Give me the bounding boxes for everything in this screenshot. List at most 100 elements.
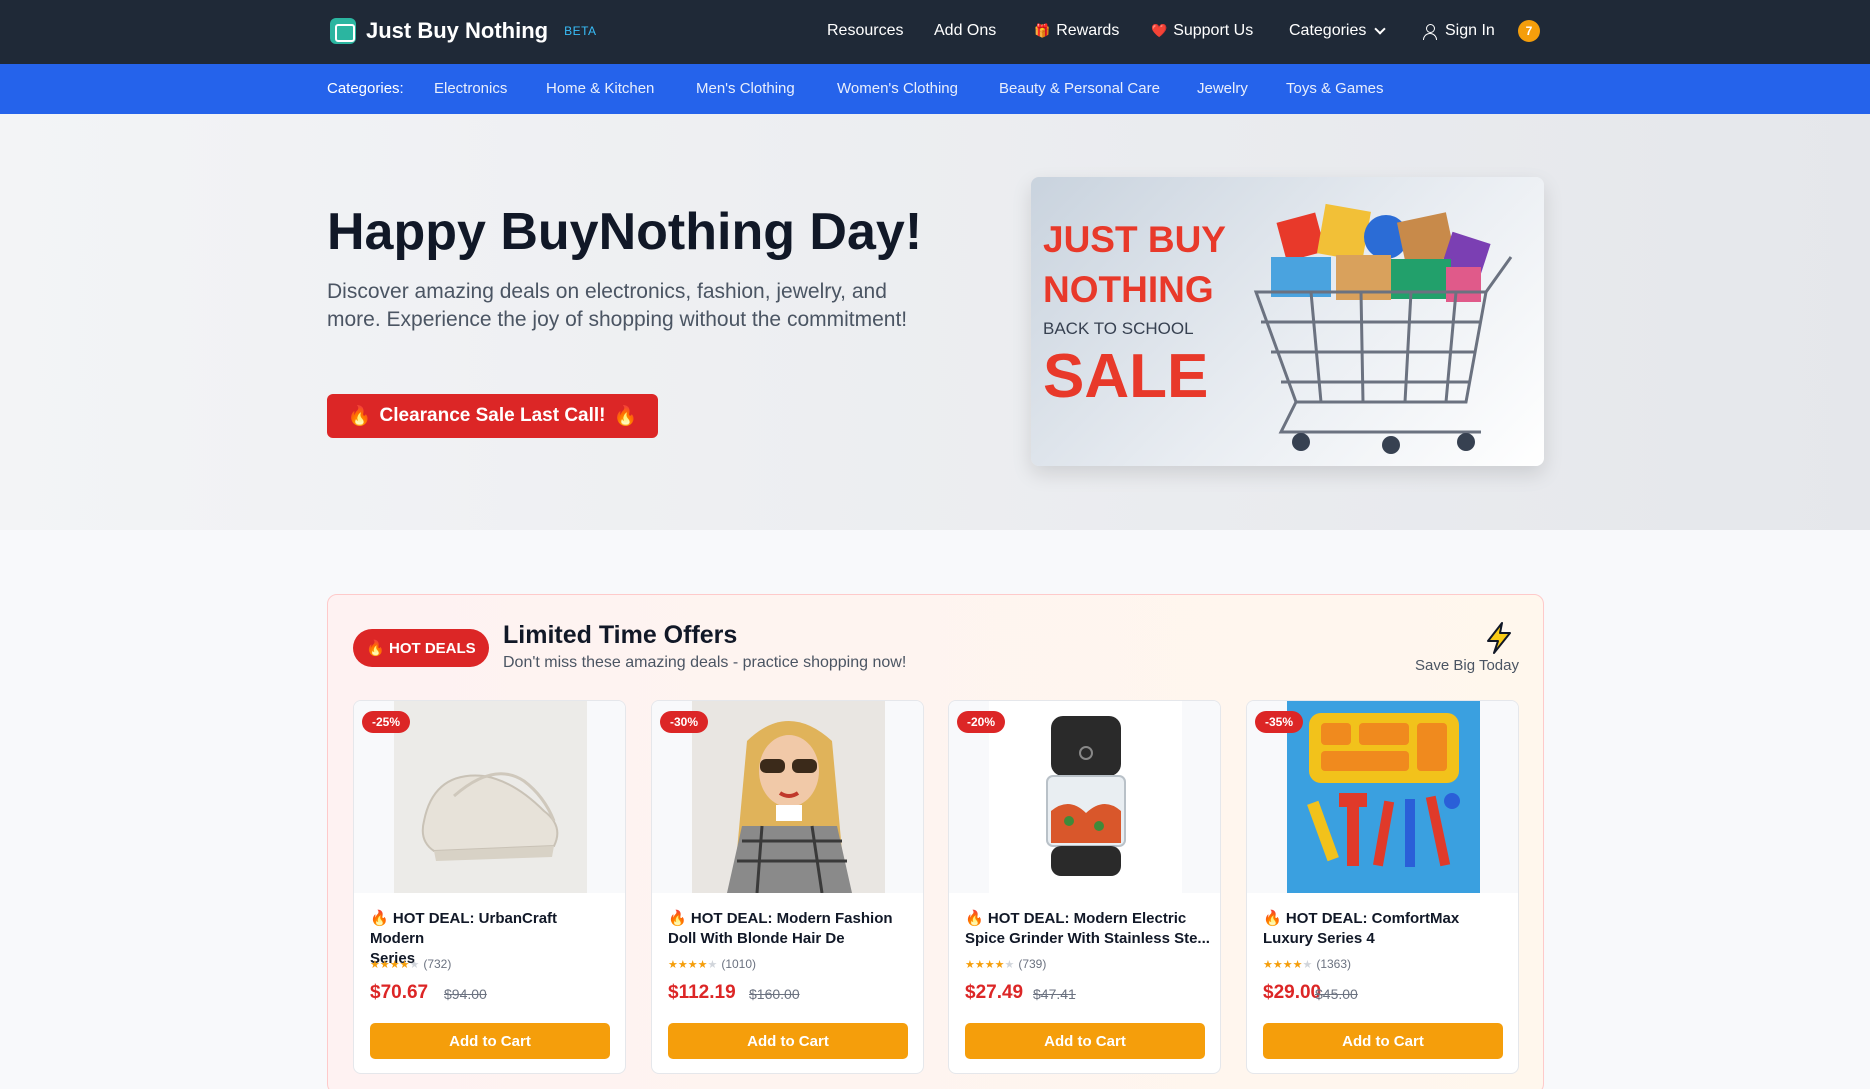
promo-line-4: SALE xyxy=(1043,342,1209,411)
nav-add-ons[interactable]: Add Ons xyxy=(934,22,996,40)
nav-resources-label: Resources xyxy=(827,22,904,39)
add-to-cart-button[interactable]: Add to Cart xyxy=(1263,1023,1503,1059)
category-beauty[interactable]: Beauty & Personal Care xyxy=(999,80,1160,97)
top-navbar: Just Buy Nothing BETA Resources Add Ons … xyxy=(0,0,1870,64)
nav-support[interactable]: ❤️ Support Us xyxy=(1151,22,1253,40)
nav-rewards[interactable]: 🎁 Rewards xyxy=(1034,22,1119,40)
stars-icon: ★★★★★ xyxy=(668,958,718,971)
sign-in-link[interactable]: Sign In xyxy=(1423,22,1495,40)
promo-line-3: BACK TO SCHOOL xyxy=(1043,319,1194,338)
toy-tools-image xyxy=(1287,701,1480,893)
product-title[interactable]: 🔥 HOT DEAL: Modern Electric Spice Grinde… xyxy=(965,909,1210,949)
discount-badge: -35% xyxy=(1255,711,1304,733)
gift-icon: 🎁 xyxy=(1034,23,1051,38)
sign-in-label: Sign In xyxy=(1445,22,1495,39)
add-to-cart-button[interactable]: Add to Cart xyxy=(668,1023,908,1059)
grinder-image xyxy=(989,701,1182,893)
fire-icon: 🔥 xyxy=(965,910,984,927)
rating-count: (1363) xyxy=(1316,957,1352,971)
nav-categories-dropdown[interactable]: Categories xyxy=(1289,22,1387,40)
nav-resources[interactable]: Resources xyxy=(827,22,903,40)
hero-subtitle: Discover amazing deals on electronics, f… xyxy=(327,280,908,331)
product-image[interactable]: -20% xyxy=(949,701,1220,893)
product-card[interactable]: -20% 🔥 HOT DEAL: Modern Electric Spice G… xyxy=(948,700,1221,1074)
product-rating: ★★★★★ (1010) xyxy=(668,957,756,971)
stars-icon: ★★★★★ xyxy=(965,958,1015,971)
rating-count: (1010) xyxy=(721,957,757,971)
clearance-sale-label: Clearance Sale Last Call! xyxy=(379,405,606,426)
product-title-line1: HOT DEAL: Modern Fashion xyxy=(690,910,893,927)
product-old-price: $94.00 xyxy=(444,986,487,1002)
product-rating: ★★★★★ (739) xyxy=(965,957,1046,971)
product-image[interactable]: -30% xyxy=(652,701,923,893)
stars-icon: ★★★★★ xyxy=(1263,958,1313,971)
hero-title: Happy BuyNothing Day! xyxy=(327,203,923,261)
shopping-cart-illustration xyxy=(1253,203,1513,454)
lightning-bolt-icon xyxy=(1487,622,1511,654)
clearance-sale-button[interactable]: 🔥 Clearance Sale Last Call! 🔥 xyxy=(327,394,658,438)
doll-image xyxy=(692,701,885,893)
discount-badge: -20% xyxy=(957,711,1006,733)
fire-icon: 🔥 xyxy=(1263,910,1282,927)
product-title-line2: Doll With Blonde Hair De xyxy=(668,930,845,947)
product-rating: ★★★★★ (732) xyxy=(370,957,451,971)
hot-deals-pill-label: HOT DEALS xyxy=(389,639,476,657)
add-to-cart-button[interactable]: Add to Cart xyxy=(965,1023,1205,1059)
user-icon xyxy=(1423,24,1437,40)
hot-deals-pill: 🔥 HOT DEALS xyxy=(353,629,489,667)
product-price: $27.49 xyxy=(965,982,1024,1003)
hot-deals-section: 🔥 HOT DEALS Limited Time Offers Don't mi… xyxy=(327,594,1544,1089)
fire-icon: 🔥 xyxy=(613,406,638,427)
promo-line-1: JUST BUY xyxy=(1043,219,1226,260)
product-title-line1: HOT DEAL: Modern Electric xyxy=(987,910,1187,927)
sneaker-image xyxy=(394,701,587,893)
product-title-line2: Luxury Series 4 xyxy=(1263,930,1375,947)
product-card[interactable]: -25% 🔥 HOT DEAL: UrbanCraft Modern Serie… xyxy=(353,700,626,1074)
product-title[interactable]: 🔥 HOT DEAL: Modern Fashion Doll With Blo… xyxy=(668,909,913,949)
category-bar-label: Categories: xyxy=(327,80,404,97)
save-big-label: Save Big Today xyxy=(1415,657,1519,674)
heart-icon: ❤️ xyxy=(1151,23,1168,38)
fire-icon: 🔥 xyxy=(347,406,372,427)
category-electronics[interactable]: Electronics xyxy=(434,80,507,97)
beta-badge: BETA xyxy=(564,24,597,38)
category-jewelry[interactable]: Jewelry xyxy=(1197,80,1248,97)
brand-link[interactable]: Just Buy Nothing BETA xyxy=(330,18,597,44)
add-to-cart-button[interactable]: Add to Cart xyxy=(370,1023,610,1059)
product-image[interactable]: -25% xyxy=(354,701,625,893)
logo-icon xyxy=(330,18,356,44)
promo-banner-image[interactable]: JUST BUY NOTHING BACK TO SCHOOL SALE xyxy=(1031,177,1544,466)
product-title-line1: HOT DEAL: ComfortMax xyxy=(1285,910,1460,927)
rating-count: (739) xyxy=(1018,957,1047,971)
product-title-line1: HOT DEAL: UrbanCraft Modern xyxy=(370,910,558,947)
product-old-price: $47.41 xyxy=(1033,986,1076,1002)
fire-icon: 🔥 xyxy=(366,640,385,657)
fire-icon: 🔥 xyxy=(370,910,389,927)
category-home-kitchen[interactable]: Home & Kitchen xyxy=(546,80,654,97)
stars-icon: ★★★★★ xyxy=(370,958,420,971)
deals-subtitle: Don't miss these amazing deals - practic… xyxy=(503,654,907,671)
fire-icon: 🔥 xyxy=(668,910,687,927)
category-womens-clothing[interactable]: Women's Clothing xyxy=(837,80,958,97)
product-price: $112.19 xyxy=(668,982,736,1003)
category-toys-games[interactable]: Toys & Games xyxy=(1286,80,1384,97)
product-card[interactable]: -30% 🔥 HOT DEAL: Modern Fashion Doll Wit… xyxy=(651,700,924,1074)
discount-badge: -25% xyxy=(362,711,411,733)
product-image[interactable]: -35% xyxy=(1247,701,1518,893)
product-price: $70.67 xyxy=(370,982,429,1003)
nav-rewards-label: Rewards xyxy=(1056,22,1120,39)
hero-section: Happy BuyNothing Day! Discover amazing d… xyxy=(0,114,1870,530)
product-price: $29.00 xyxy=(1263,982,1322,1003)
product-old-price: $45.00 xyxy=(1315,986,1358,1002)
product-rating: ★★★★★ (1363) xyxy=(1263,957,1351,971)
category-mens-clothing[interactable]: Men's Clothing xyxy=(696,80,795,97)
notification-badge[interactable]: 7 xyxy=(1518,20,1540,42)
promo-line-2: NOTHING xyxy=(1043,269,1214,310)
product-title[interactable]: 🔥 HOT DEAL: ComfortMax Luxury Series 4 xyxy=(1263,909,1508,949)
rating-count: (732) xyxy=(423,957,452,971)
discount-badge: -30% xyxy=(660,711,709,733)
brand-name: Just Buy Nothing xyxy=(366,18,549,43)
product-card[interactable]: -35% 🔥 HOT DEAL: ComfortMax Luxury Serie… xyxy=(1246,700,1519,1074)
nav-add-ons-label: Add Ons xyxy=(934,22,997,39)
product-title-line2: Spice Grinder With Stainless Ste... xyxy=(965,930,1210,947)
